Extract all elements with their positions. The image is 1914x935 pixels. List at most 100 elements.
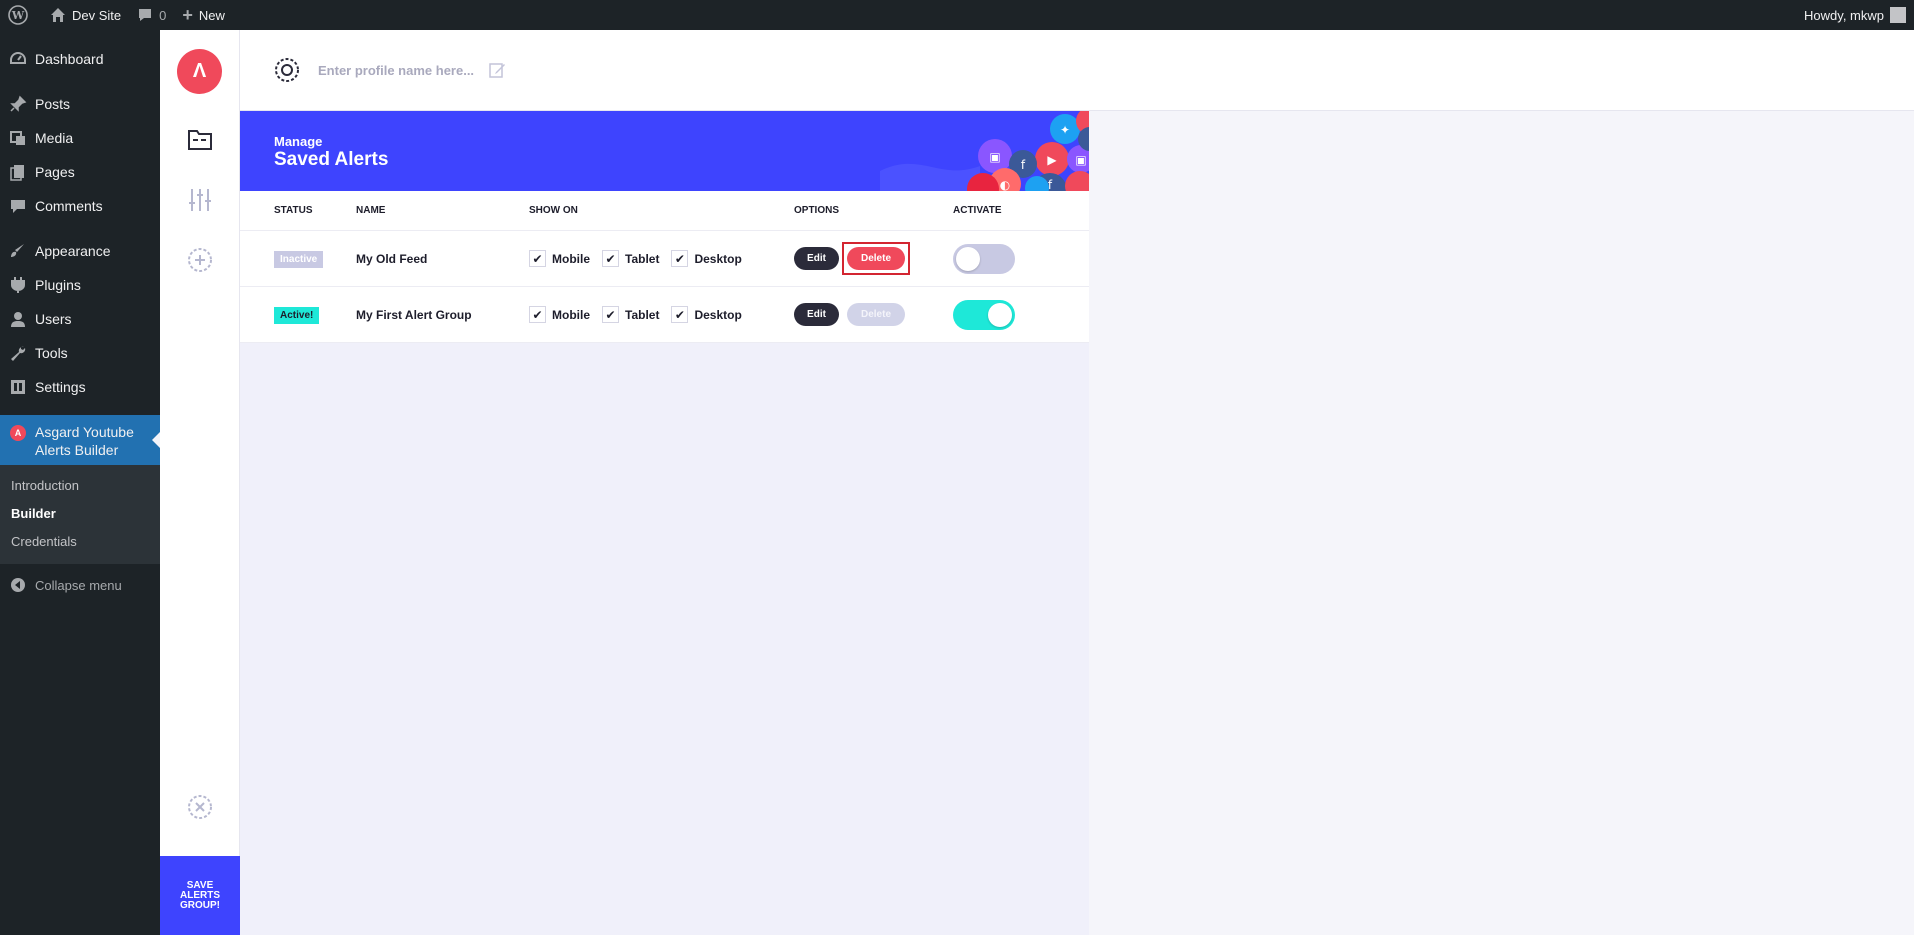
- pages-icon: [8, 162, 28, 182]
- sidebar-item-appearance[interactable]: Appearance: [0, 234, 160, 268]
- sidebar-item-pages[interactable]: Pages: [0, 155, 160, 189]
- profile-bar: Enter profile name here...: [240, 30, 1914, 111]
- save-alerts-group-button[interactable]: SAVE ALERTS GROUP!: [160, 856, 240, 935]
- wordpress-logo[interactable]: W: [0, 0, 42, 30]
- svg-text:▣: ▣: [989, 150, 1000, 164]
- sidebar-item-label: Appearance: [35, 243, 111, 259]
- media-icon: [8, 128, 28, 148]
- alerts-table: STATUS NAME SHOW ON OPTIONS ACTIVATE Ina…: [240, 191, 1089, 343]
- sliders-icon[interactable]: [187, 187, 213, 213]
- sidebar-item-label: Comments: [35, 198, 103, 214]
- main-content: Manage Saved Alerts ▣ ✦ ▶ f ◐ f ▣ STATUS…: [240, 111, 1089, 935]
- site-name-link[interactable]: Dev Site: [42, 0, 129, 30]
- sidebar-item-comments[interactable]: Comments: [0, 189, 160, 223]
- banner: Manage Saved Alerts ▣ ✦ ▶ f ◐ f ▣: [240, 111, 1089, 191]
- sidebar-item-media[interactable]: Media: [0, 121, 160, 155]
- desktop-checkbox[interactable]: ✔ Desktop: [671, 306, 742, 323]
- sidebar-item-label: Posts: [35, 96, 71, 112]
- sidebar-item-posts[interactable]: Posts: [0, 87, 160, 121]
- plugin-nav: Λ SAVE ALERTS GROUP!: [160, 30, 240, 935]
- collapse-menu-button[interactable]: Collapse menu: [0, 568, 160, 602]
- table-row: Inactive My Old Feed ✔ Mobile ✔ Tablet ✔ De…: [240, 231, 1089, 287]
- sidebar-item-label: Asgard Youtube Alerts Builder: [35, 424, 134, 458]
- desktop-checkbox[interactable]: ✔ Desktop: [671, 250, 742, 267]
- check-icon: ✔: [602, 306, 619, 323]
- settings-icon: [8, 377, 28, 397]
- header-activate: ACTIVATE: [953, 205, 1002, 216]
- delete-button[interactable]: Delete: [847, 247, 905, 270]
- edit-button[interactable]: Edit: [794, 247, 839, 270]
- tablet-checkbox[interactable]: ✔ Tablet: [602, 306, 659, 323]
- sidebar-item-label: Tools: [35, 345, 68, 361]
- edit-icon[interactable]: [488, 61, 506, 79]
- social-icons-decoration: ▣ ✦ ▶ f ◐ f ▣: [880, 111, 1089, 191]
- plugin-logo: Λ: [177, 49, 222, 94]
- svg-text:▶: ▶: [1047, 153, 1057, 167]
- header-name: NAME: [356, 205, 386, 216]
- comment-icon: [137, 7, 153, 23]
- close-circle-icon[interactable]: [187, 794, 213, 820]
- wrench-icon: [8, 343, 28, 363]
- new-content-link[interactable]: + New: [174, 0, 233, 30]
- sidebar-item-tools[interactable]: Tools: [0, 336, 160, 370]
- status-badge: Active!: [274, 306, 320, 324]
- pin-icon: [8, 94, 28, 114]
- admin-bar: W Dev Site 0 + New Howdy, mkwp: [0, 0, 1914, 30]
- svg-text:✦: ✦: [1060, 123, 1070, 137]
- check-icon: ✔: [602, 250, 619, 267]
- avatar: [1890, 7, 1906, 23]
- banner-subtitle: Manage: [274, 134, 323, 149]
- home-icon: [50, 7, 66, 23]
- folder-icon[interactable]: [187, 127, 213, 153]
- submenu-credentials[interactable]: Credentials: [0, 528, 160, 556]
- header-show-on: SHOW ON: [529, 205, 578, 216]
- mobile-checkbox[interactable]: ✔ Mobile: [529, 250, 590, 267]
- submenu-builder[interactable]: Builder: [0, 500, 160, 528]
- new-label: New: [198, 7, 225, 23]
- edit-button[interactable]: Edit: [794, 303, 839, 326]
- collapse-icon: [8, 575, 28, 595]
- tablet-checkbox[interactable]: ✔ Tablet: [602, 250, 659, 267]
- user-icon: [8, 309, 28, 329]
- sidebar-item-label: Plugins: [35, 277, 81, 293]
- sidebar-item-users[interactable]: Users: [0, 302, 160, 336]
- check-icon: ✔: [671, 250, 689, 267]
- sidebar-item-label: Dashboard: [35, 51, 104, 67]
- target-icon: [274, 57, 300, 83]
- dashboard-icon: [8, 49, 28, 69]
- svg-text:W: W: [11, 9, 25, 22]
- wordpress-icon: W: [8, 5, 28, 25]
- activate-toggle[interactable]: [953, 299, 1015, 330]
- site-name: Dev Site: [72, 7, 122, 23]
- save-label: SAVE ALERTS GROUP!: [180, 879, 220, 911]
- sidebar-item-plugins[interactable]: Plugins: [0, 268, 160, 302]
- alert-name: My First Alert Group: [356, 307, 472, 322]
- delete-button[interactable]: Delete: [847, 303, 905, 326]
- greeting: Howdy, mkwp: [1804, 7, 1884, 23]
- sidebar-item-settings[interactable]: Settings: [0, 370, 160, 404]
- sidebar-item-dashboard[interactable]: Dashboard: [0, 42, 160, 76]
- comment-icon: [8, 196, 28, 216]
- comments-count: 0: [159, 7, 167, 23]
- sidebar-item-asgard[interactable]: A Asgard Youtube Alerts Builder: [0, 415, 160, 465]
- sidebar-item-label: Media: [35, 130, 74, 146]
- check-icon: ✔: [671, 306, 689, 323]
- sidebar-item-label: Pages: [35, 164, 75, 180]
- my-account[interactable]: Howdy, mkwp: [1804, 7, 1914, 23]
- banner-title: Saved Alerts: [274, 149, 389, 170]
- submenu-introduction[interactable]: Introduction: [0, 472, 160, 500]
- comments-link[interactable]: 0: [129, 0, 174, 30]
- header-status: STATUS: [274, 205, 313, 216]
- collapse-label: Collapse menu: [35, 577, 122, 593]
- profile-name-input[interactable]: Enter profile name here...: [318, 63, 474, 78]
- svg-text:▣: ▣: [1075, 153, 1086, 167]
- alert-name: My Old Feed: [356, 251, 428, 266]
- plugin-icon: [8, 275, 28, 295]
- add-circle-icon[interactable]: [187, 247, 213, 273]
- table-row: Active! My First Alert Group ✔ Mobile ✔ Ta…: [240, 287, 1089, 343]
- highlight-box: Delete: [842, 242, 910, 275]
- mobile-checkbox[interactable]: ✔ Mobile: [529, 306, 590, 323]
- activate-toggle[interactable]: [953, 243, 1015, 274]
- header-options: OPTIONS: [794, 205, 840, 216]
- sidebar-item-label: Users: [35, 311, 72, 327]
